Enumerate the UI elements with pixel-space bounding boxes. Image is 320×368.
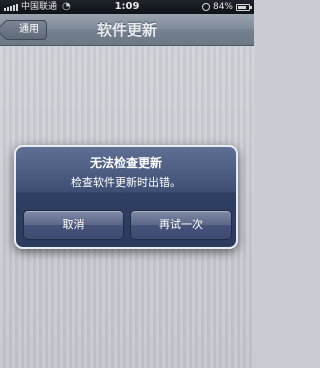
cancel-button[interactable]: 取消: [23, 210, 124, 240]
battery-fill: [238, 5, 246, 9]
battery-percent: 84%: [212, 2, 233, 12]
status-right: 84%: [201, 0, 252, 14]
alert-dialog: 无法检查更新 检查软件更新时出错。 取消 再试一次: [14, 145, 238, 249]
retry-button[interactable]: 再试一次: [130, 210, 232, 240]
alert-message: 检查软件更新时出错。: [71, 176, 181, 189]
page-title: 软件更新: [96, 21, 157, 39]
alert-title: 无法检查更新: [89, 156, 162, 170]
rotation-lock-icon: [201, 3, 210, 11]
navigation-bar: 通用 软件更新: [0, 14, 254, 46]
status-bar: 中国联通 ◔ 1:09 84%: [0, 0, 254, 14]
battery-icon: [236, 3, 252, 11]
